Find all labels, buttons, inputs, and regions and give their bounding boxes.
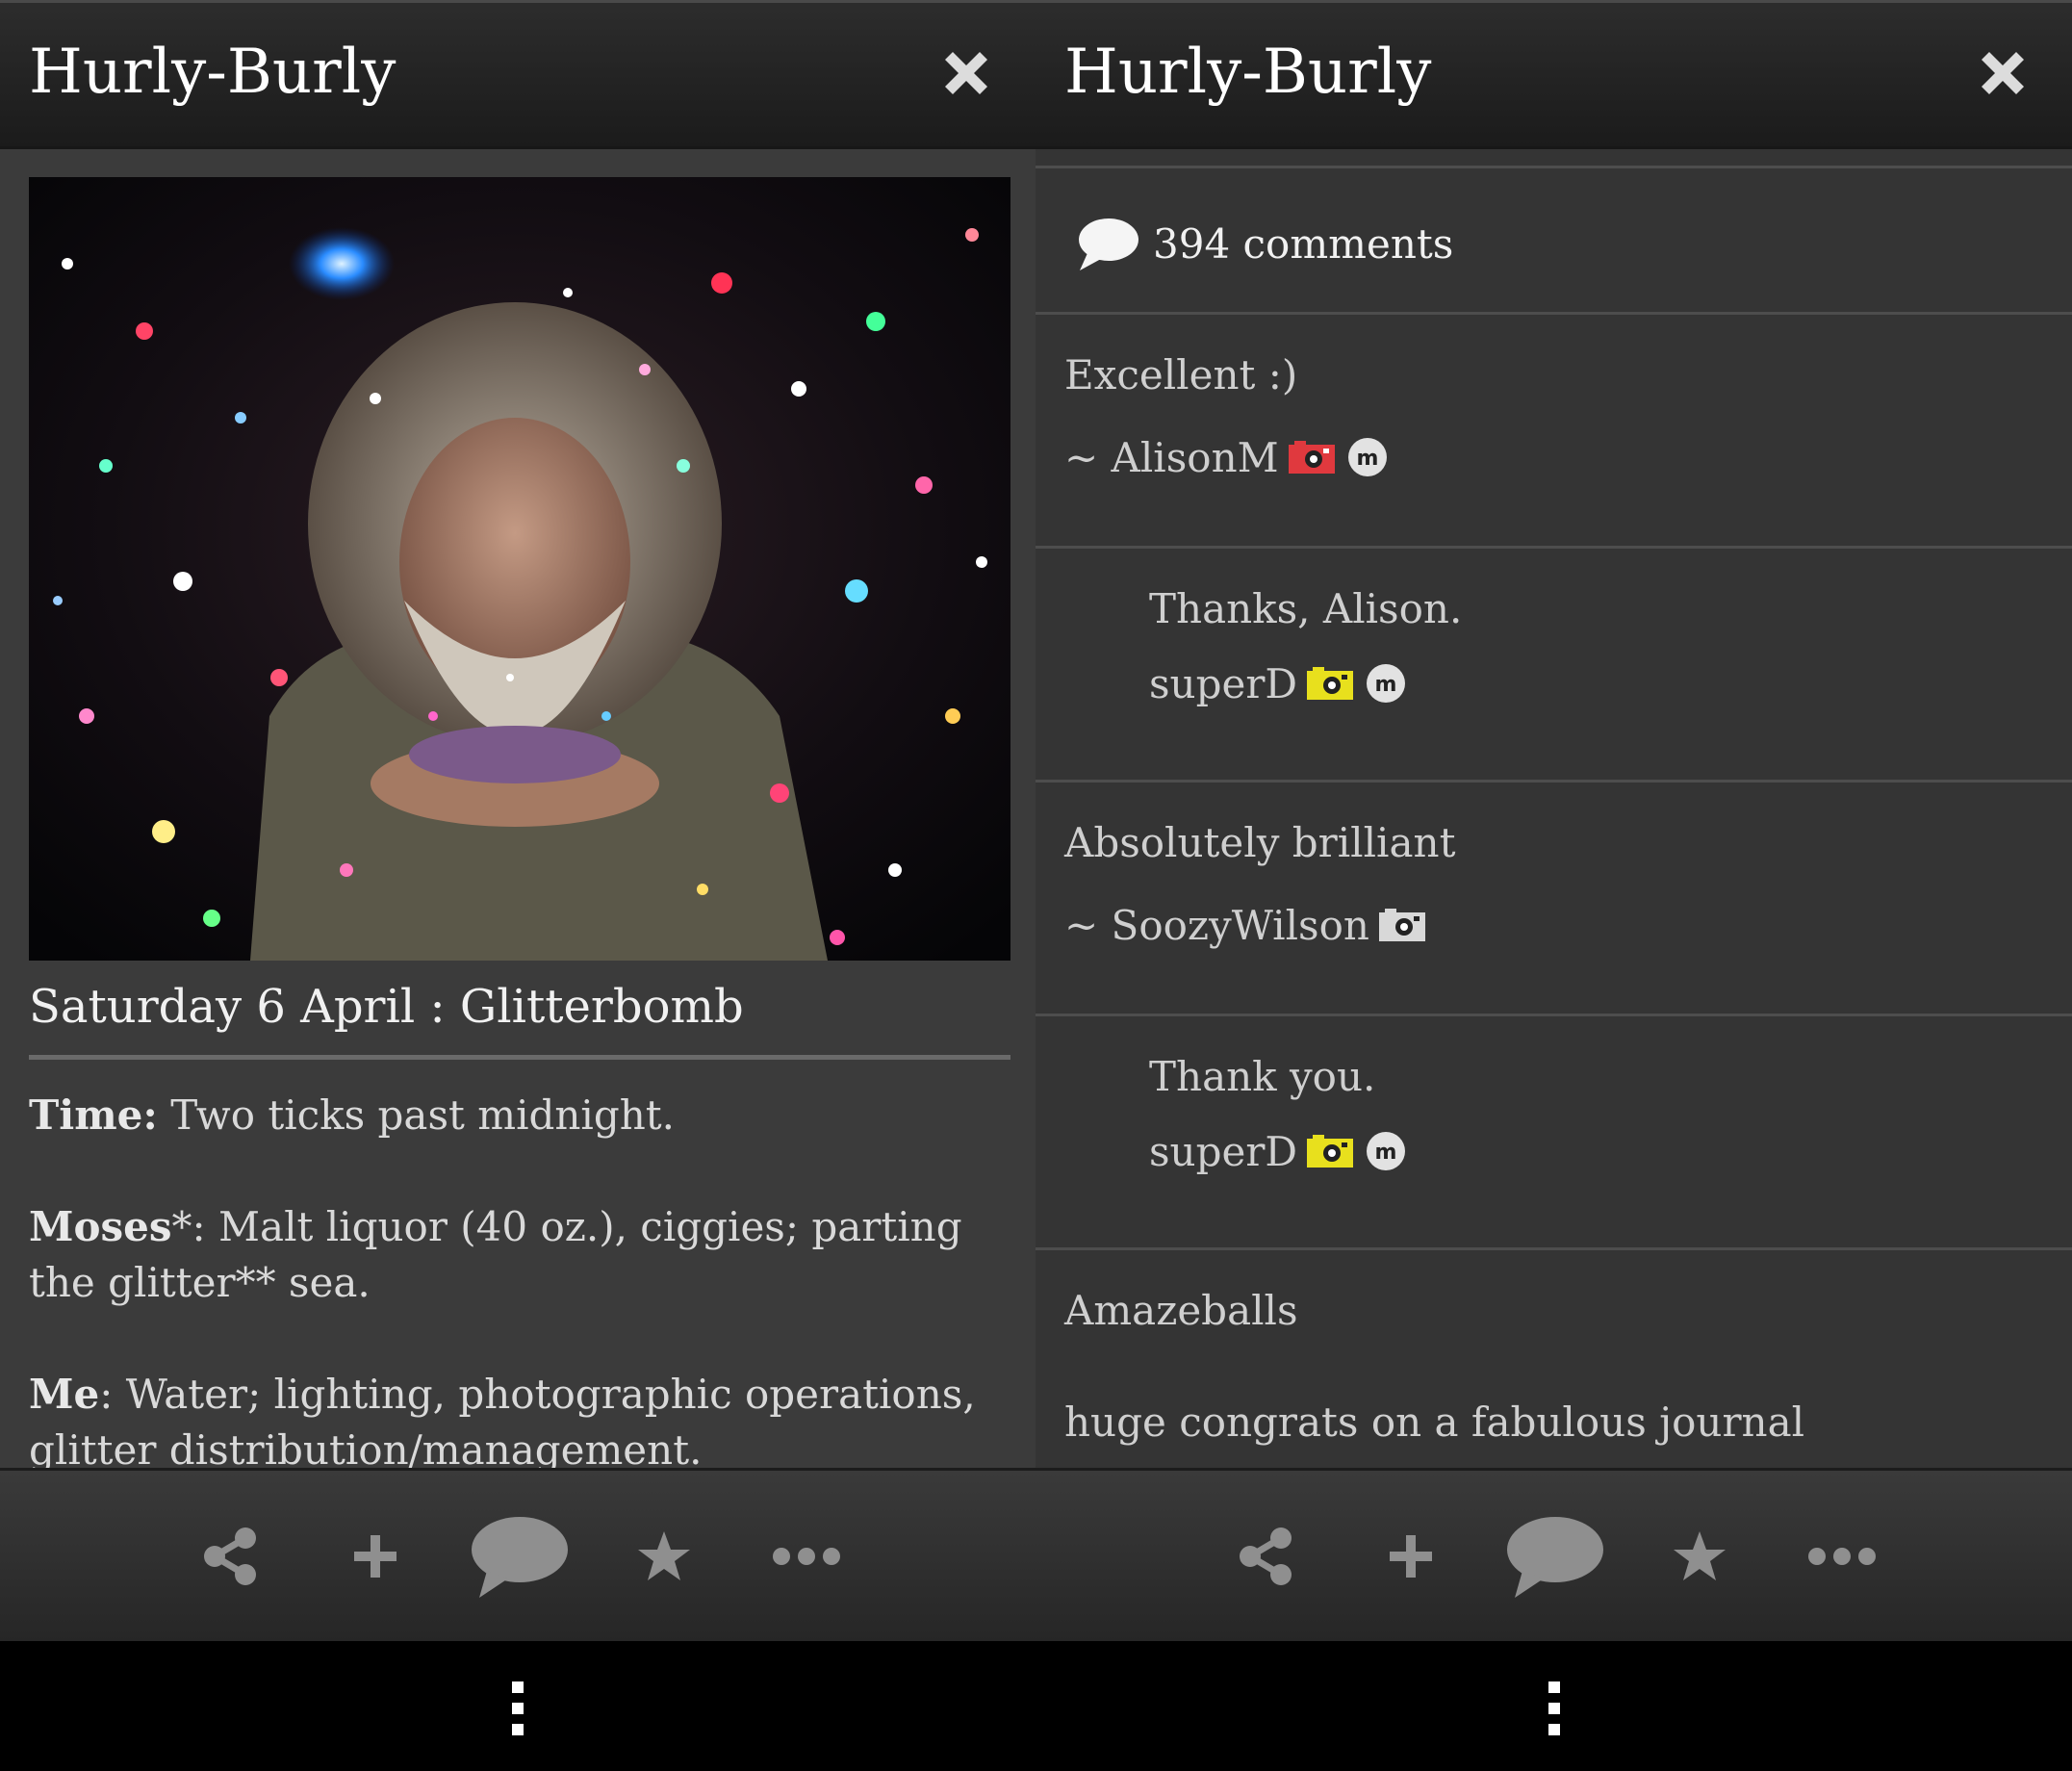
add-icon bbox=[1390, 1535, 1432, 1578]
comment-icon bbox=[472, 1517, 568, 1598]
app-title: Hurly-Burly bbox=[1064, 37, 1432, 108]
comment-author[interactable]: superD m bbox=[1149, 1122, 1407, 1180]
comment-text: Excellent :) bbox=[1064, 351, 1298, 398]
system-nav-bar bbox=[0, 1641, 1036, 1771]
action-bar bbox=[0, 1468, 1036, 1644]
camera-badge-icon bbox=[1378, 909, 1425, 941]
svg-text:m: m bbox=[1356, 447, 1378, 471]
label-me: Me bbox=[29, 1371, 100, 1418]
add-icon bbox=[354, 1535, 396, 1578]
top-bar: Hurly-Burly bbox=[0, 0, 1036, 149]
favorite-star-icon bbox=[638, 1531, 690, 1580]
post-title: Saturday 6 April : Glitterbomb bbox=[29, 980, 744, 1034]
comments-header: 394 comments bbox=[1074, 210, 1453, 277]
comments-button[interactable] bbox=[1502, 1513, 1608, 1600]
comment-item: Absolutely brilliant ~ SoozyWilson bbox=[1036, 783, 2072, 1014]
comment-author[interactable]: ~ SoozyWilson bbox=[1064, 896, 1425, 954]
app-title: Hurly-Burly bbox=[29, 37, 396, 108]
action-bar bbox=[1036, 1468, 2072, 1644]
post-paragraph-time: Time: Two ticks past midnight. bbox=[29, 1091, 676, 1139]
comment-text: Thank you. bbox=[1149, 1053, 1376, 1100]
camera-badge-icon bbox=[1307, 1135, 1354, 1168]
overflow-menu-icon[interactable] bbox=[510, 1681, 525, 1745]
divider bbox=[29, 1055, 1010, 1060]
close-icon[interactable] bbox=[1972, 42, 2034, 104]
comment-text: huge congrats on a fabulous journal bbox=[1064, 1399, 1805, 1446]
top-bar: Hurly-Burly bbox=[1036, 0, 2072, 149]
member-m-badge-icon: m bbox=[1367, 664, 1406, 703]
comment-bubble-icon bbox=[1079, 218, 1138, 270]
comment-item: Amazeballs huge congrats on a fabulous j… bbox=[1036, 1250, 2072, 1468]
post-body: Time: Two ticks past midnight. Moses*: M… bbox=[29, 1088, 1010, 1469]
comment-reply-item: Thank you. superD m bbox=[1036, 1016, 2072, 1247]
favorite-button[interactable] bbox=[1666, 1513, 1733, 1600]
more-icon bbox=[1808, 1548, 1876, 1565]
comment-author[interactable]: superD m bbox=[1149, 654, 1407, 712]
more-button[interactable] bbox=[1805, 1513, 1879, 1600]
separator bbox=[1036, 166, 2072, 168]
close-icon[interactable] bbox=[935, 42, 997, 104]
comments-button[interactable] bbox=[467, 1513, 573, 1600]
add-button[interactable] bbox=[1377, 1513, 1445, 1600]
comment-icon bbox=[1507, 1517, 1603, 1598]
post-photo[interactable] bbox=[29, 177, 1010, 961]
comment-item: Excellent :) ~ AlisonM m bbox=[1036, 315, 2072, 546]
comment-author[interactable]: ~ AlisonM m bbox=[1064, 428, 1389, 486]
label-moses: Moses bbox=[29, 1203, 172, 1250]
share-button[interactable] bbox=[192, 1513, 269, 1600]
member-m-badge-icon: m bbox=[1347, 438, 1387, 476]
comment-reply-item: Thanks, Alison. superD m bbox=[1036, 549, 2072, 780]
comment-text: Thanks, Alison. bbox=[1149, 585, 1463, 632]
post-paragraph-me: Me: Water; lighting, photographic operat… bbox=[29, 1371, 976, 1469]
camera-badge-icon bbox=[1307, 667, 1354, 700]
label-time: Time bbox=[29, 1091, 143, 1139]
favorite-star-icon bbox=[1674, 1531, 1726, 1580]
comments-pane: Hurly-Burly 394 comments Excellent :) ~ … bbox=[1036, 0, 2072, 1771]
post-paragraph-moses: Moses*: Malt liquor (40 oz.), ciggies; p… bbox=[29, 1203, 962, 1306]
post-pane: Hurly-Burly Saturday 6 April: Glitterbo… bbox=[0, 0, 1036, 1771]
comment-text: Absolutely brilliant bbox=[1064, 819, 1456, 866]
share-button[interactable] bbox=[1228, 1513, 1305, 1600]
more-button[interactable] bbox=[770, 1513, 843, 1600]
comments-count: 394 comments bbox=[1153, 219, 1454, 268]
comment-text: Amazeballs bbox=[1064, 1287, 1298, 1334]
more-icon bbox=[773, 1548, 840, 1565]
svg-text:m: m bbox=[1375, 1141, 1397, 1165]
svg-text:m: m bbox=[1375, 673, 1397, 697]
share-icon bbox=[204, 1527, 256, 1585]
split-screen: Hurly-Burly Saturday 6 April: Glitterbo… bbox=[0, 0, 2072, 1771]
camera-badge-icon bbox=[1288, 441, 1335, 474]
glitter-portrait-image bbox=[29, 177, 1010, 961]
add-button[interactable] bbox=[342, 1513, 409, 1600]
system-nav-bar bbox=[1036, 1641, 2072, 1771]
favorite-button[interactable] bbox=[630, 1513, 698, 1600]
member-m-badge-icon: m bbox=[1367, 1132, 1406, 1170]
overflow-menu-icon[interactable] bbox=[1547, 1681, 1562, 1745]
share-icon bbox=[1240, 1527, 1292, 1585]
